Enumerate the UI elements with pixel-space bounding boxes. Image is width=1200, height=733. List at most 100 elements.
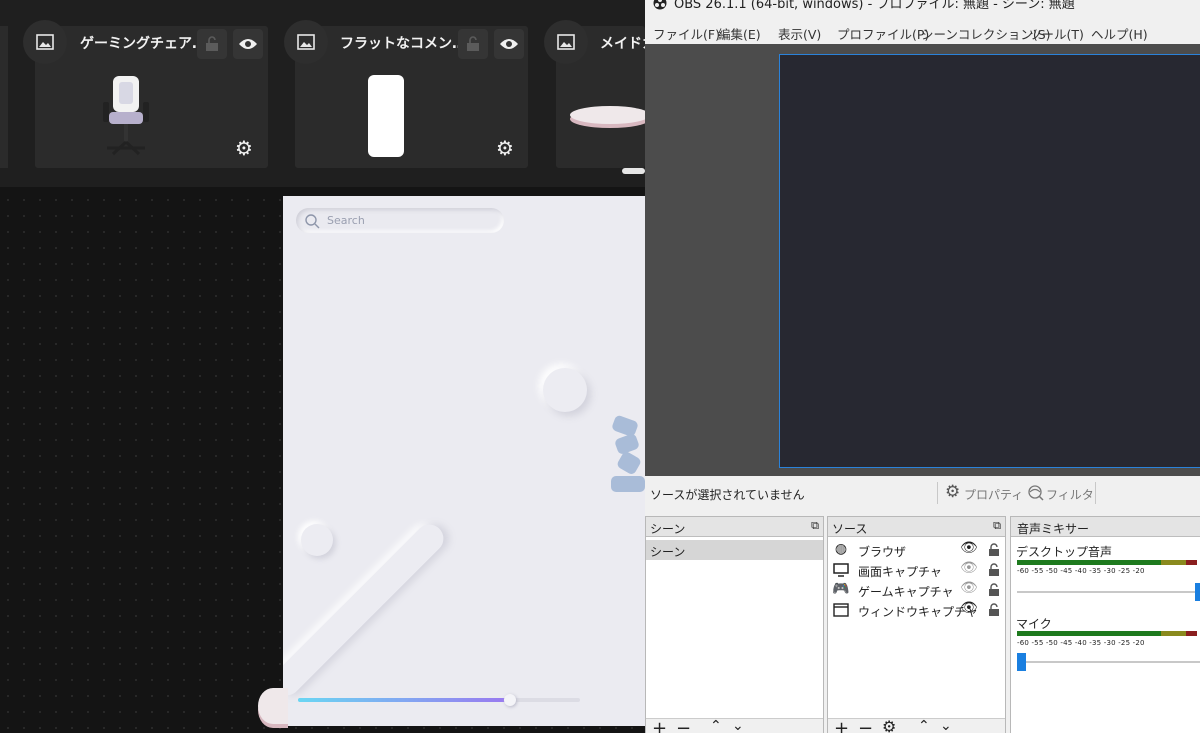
unlock-icon[interactable] xyxy=(988,583,1000,597)
filters-button[interactable]: フィルタ xyxy=(1046,486,1094,503)
meter-scale: -60 -55 -50 -45 -40 -35 -30 -25 -20 xyxy=(1017,567,1145,575)
audio-level-meter xyxy=(1017,631,1197,636)
slider-knob[interactable] xyxy=(503,694,516,706)
gear-icon: ⚙ xyxy=(945,482,961,502)
round-table-thumbnail xyxy=(570,106,650,124)
divider xyxy=(1095,482,1096,504)
source-label: 画面キャプチャ xyxy=(858,565,942,579)
unlock-icon[interactable] xyxy=(988,563,1000,577)
eye-hidden-icon[interactable]: 👁 xyxy=(960,560,978,576)
remove-scene-button[interactable]: − xyxy=(676,718,691,733)
volume-slider-knob[interactable] xyxy=(1195,583,1200,601)
eye-icon[interactable]: 👁 xyxy=(960,540,978,556)
obs-window: OBS 26.1.1 (64-bit, windows) - プロファイル: 無… xyxy=(645,0,1200,733)
menu-profile[interactable]: プロファイル(P) xyxy=(837,24,929,43)
eye-hidden-icon[interactable]: 👁 xyxy=(960,580,978,596)
card-title: フラットなコメン… xyxy=(340,36,458,52)
audio-mixer-dock: 音声ミキサー デスクトップ音声 -60 -55 -50 -45 -40 -35 … xyxy=(1010,516,1200,733)
menu-bar: ファイル(F) 編集(E) 表示(V) プロファイル(P) シーンコレクション(… xyxy=(645,21,1200,43)
menu-help[interactable]: ヘルプ(H) xyxy=(1091,24,1148,43)
unlock-icon[interactable] xyxy=(988,603,1000,617)
monitor-icon xyxy=(833,563,849,577)
unlock-icon xyxy=(206,36,218,51)
move-down-button[interactable]: ⌄ xyxy=(940,718,952,733)
channel-name: マイク xyxy=(1016,617,1052,631)
audio-mixer-header: 音声ミキサー xyxy=(1011,517,1200,537)
card-title: ゲーミングチェア… xyxy=(80,36,198,52)
gaming-chair-thumbnail xyxy=(103,76,149,156)
add-scene-button[interactable]: + xyxy=(652,718,667,733)
volume-slider-track[interactable] xyxy=(1017,591,1200,593)
eye-icon xyxy=(239,39,257,49)
audio-level-meter xyxy=(1017,560,1197,565)
window-icon xyxy=(833,603,849,617)
filter-icon xyxy=(1028,485,1044,501)
undock-icon[interactable]: ⧉ xyxy=(993,519,1001,533)
eye-icon[interactable]: 👁 xyxy=(960,600,978,616)
card-title: メイドカ xyxy=(600,36,645,52)
neumorphic-circle xyxy=(301,524,333,556)
phone-frame-thumbnail xyxy=(368,75,404,157)
source-label: ブラウザ xyxy=(858,545,907,559)
audio-mixer-title: 音声ミキサー xyxy=(1017,522,1090,536)
source-item-game-capture[interactable]: 🎮 ゲームキャプチャ 👁 xyxy=(828,580,1005,600)
source-item-window-capture[interactable]: ウィンドウキャプチャ 👁 xyxy=(828,600,1005,620)
add-source-button[interactable]: + xyxy=(834,718,849,733)
sources-dock-header: ソース ⧉ xyxy=(828,517,1005,537)
scenes-footer: + − ⌃ ⌄ xyxy=(646,718,823,733)
settings-gear-icon[interactable]: ⚙ xyxy=(496,136,514,160)
volume-slider-knob[interactable] xyxy=(1017,653,1026,671)
lock-toggle-button[interactable] xyxy=(458,29,488,59)
search-icon xyxy=(305,214,320,229)
card-partial xyxy=(0,26,8,168)
scenes-dock-title: シーン xyxy=(650,522,686,536)
unlock-icon xyxy=(467,36,479,51)
window-title: OBS 26.1.1 (64-bit, windows) - プロファイル: 無… xyxy=(674,0,1075,12)
sources-footer: + − ⚙ ⌃ ⌄ xyxy=(828,717,1005,733)
undock-icon[interactable]: ⧉ xyxy=(811,519,819,533)
horizontal-scrollbar[interactable] xyxy=(622,168,645,174)
round-table-edge xyxy=(258,688,288,724)
menu-tools[interactable]: ツール(T) xyxy=(1029,24,1084,43)
sources-dock-title: ソース xyxy=(832,522,868,536)
lock-toggle-button[interactable] xyxy=(197,29,227,59)
menu-edit[interactable]: 編集(E) xyxy=(718,24,761,43)
scene-list-item[interactable]: シーン xyxy=(646,540,823,560)
image-type-icon xyxy=(23,20,67,64)
move-up-button[interactable]: ⌃ xyxy=(918,718,930,733)
menu-view[interactable]: 表示(V) xyxy=(778,24,821,43)
remove-source-button[interactable]: − xyxy=(858,718,873,733)
scenes-dock-header: シーン ⧉ xyxy=(646,517,823,537)
visibility-toggle-button[interactable] xyxy=(494,29,524,59)
neumorphic-circle xyxy=(543,368,587,412)
properties-button[interactable]: プロパティ xyxy=(964,486,1023,503)
source-item-display-capture[interactable]: 画面キャプチャ 👁 xyxy=(828,560,1005,580)
divider xyxy=(937,482,938,504)
move-down-button[interactable]: ⌄ xyxy=(732,718,744,733)
settings-gear-icon[interactable]: ⚙ xyxy=(235,136,253,160)
obs-logo-icon xyxy=(653,0,667,10)
unlock-icon[interactable] xyxy=(988,543,1000,557)
scenes-dock: シーン ⧉ シーン + − ⌃ ⌄ xyxy=(645,516,824,733)
volume-slider-track[interactable] xyxy=(1017,661,1200,663)
menu-file[interactable]: ファイル(F) xyxy=(653,24,720,43)
image-type-icon xyxy=(544,20,588,64)
source-item-browser[interactable]: ◍ ブラウザ 👁 xyxy=(828,540,1005,560)
source-properties-button[interactable]: ⚙ xyxy=(882,717,896,733)
sources-dock: ソース ⧉ ◍ ブラウザ 👁 画面キャプチャ 👁 🎮 ゲームキャプチャ 👁 ウィ… xyxy=(827,516,1006,733)
no-source-selected-label: ソースが選択されていません xyxy=(650,488,805,502)
channel-name: デスクトップ音声 xyxy=(1016,545,1113,559)
image-type-icon xyxy=(284,20,328,64)
move-up-button[interactable]: ⌃ xyxy=(710,718,722,733)
blue-block xyxy=(611,476,645,492)
preview-area xyxy=(645,44,1200,476)
source-label: ゲームキャプチャ xyxy=(858,585,954,599)
neumorphic-preview-panel: Search xyxy=(283,196,645,726)
slider-fill xyxy=(298,698,510,702)
preview-canvas[interactable] xyxy=(779,54,1200,468)
asset-gallery: ⚙ ゲーミングチェア… ⚙ フラットなコメン… メイドカ xyxy=(0,0,650,187)
visibility-toggle-button[interactable] xyxy=(233,29,263,59)
eye-icon xyxy=(500,39,518,49)
search-placeholder: Search xyxy=(327,214,365,227)
meter-scale: -60 -55 -50 -45 -40 -35 -30 -25 -20 xyxy=(1017,639,1145,647)
